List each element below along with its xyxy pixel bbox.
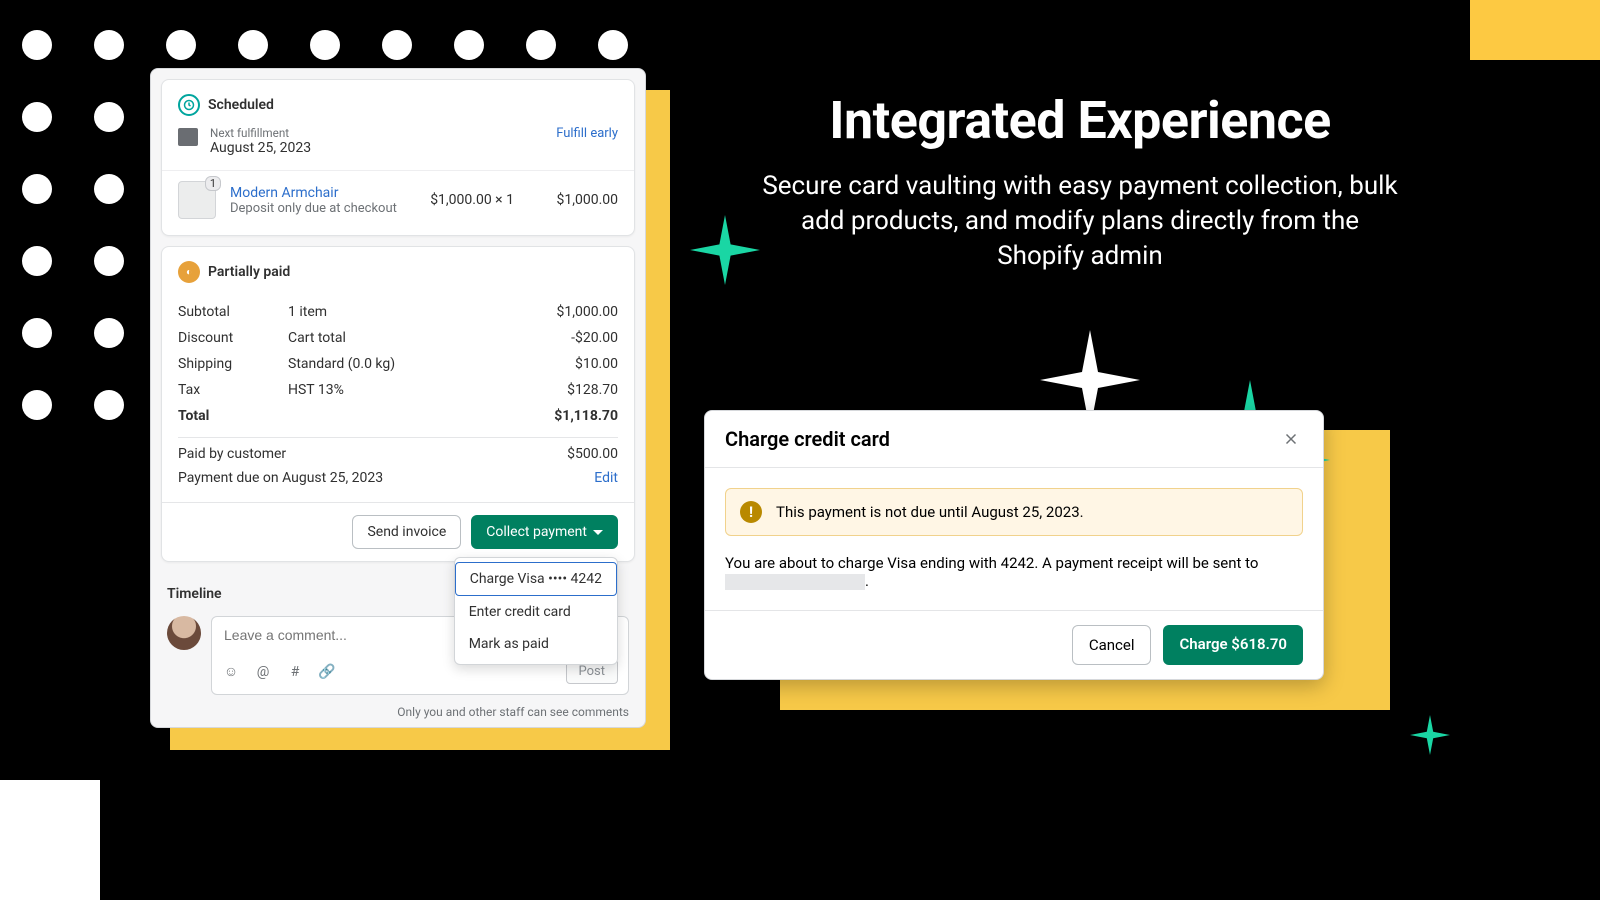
comments-visibility-note: Only you and other staff can see comment… xyxy=(151,701,645,727)
collect-payment-dropdown: Charge Visa •••• 4242 Enter credit card … xyxy=(454,557,618,665)
sparkle-icon xyxy=(690,215,760,285)
subtotal-amount: $1,000.00 xyxy=(518,304,618,320)
accent-rect-top-right xyxy=(1470,0,1600,60)
total-label: Total xyxy=(178,408,288,424)
mention-icon[interactable]: @ xyxy=(254,663,272,681)
product-thumbnail: 1 xyxy=(178,181,216,219)
product-name-link[interactable]: Modern Armchair xyxy=(230,185,338,201)
accent-rect-bottom-left xyxy=(0,780,100,900)
collect-payment-button[interactable]: Collect payment xyxy=(471,515,618,549)
payment-due-label: Payment due on August 25, 2023 xyxy=(178,470,383,486)
headline-block: Integrated Experience Secure card vaulti… xyxy=(760,90,1400,274)
discount-amount: -$20.00 xyxy=(518,330,618,346)
tax-desc: HST 13% xyxy=(288,382,518,398)
avatar xyxy=(167,616,201,650)
next-fulfillment-label: Next fulfillment xyxy=(210,126,311,140)
hashtag-icon[interactable]: # xyxy=(286,663,304,681)
warning-icon: ! xyxy=(740,501,762,523)
shipping-amount: $10.00 xyxy=(518,356,618,372)
admin-order-panel: Scheduled Next fulfillment August 25, 20… xyxy=(150,68,646,728)
discount-label: Discount xyxy=(178,330,288,346)
financial-table: Subtotal1 item$1,000.00 DiscountCart tot… xyxy=(162,293,634,502)
chevron-down-icon xyxy=(593,530,603,535)
qty-badge: 1 xyxy=(205,176,221,191)
dropdown-mark-as-paid[interactable]: Mark as paid xyxy=(455,628,617,660)
subheadline: Secure card vaulting with easy payment c… xyxy=(760,169,1400,274)
subtotal-desc: 1 item xyxy=(288,304,518,320)
tax-label: Tax xyxy=(178,382,288,398)
dialog-title: Charge credit card xyxy=(725,427,890,451)
edit-due-link[interactable]: Edit xyxy=(594,470,618,486)
send-invoice-button[interactable]: Send invoice xyxy=(352,515,461,549)
line-unit-price: $1,000.00 × 1 xyxy=(430,192,514,208)
emoji-icon[interactable]: ☺ xyxy=(222,663,240,681)
tax-amount: $128.70 xyxy=(518,382,618,398)
charge-card-dialog: Charge credit card ! This payment is not… xyxy=(704,410,1324,680)
discount-desc: Cart total xyxy=(288,330,518,346)
banner-text: This payment is not due until August 25,… xyxy=(776,503,1084,521)
shipping-desc: Standard (0.0 kg) xyxy=(288,356,518,372)
payment-actions: Send invoice Collect payment Charge Visa… xyxy=(162,502,634,561)
payment-section: ◐ Partially paid Subtotal1 item$1,000.00… xyxy=(161,246,635,562)
paid-amount: $500.00 xyxy=(567,446,618,462)
calendar-icon xyxy=(178,128,198,146)
dropdown-charge-visa[interactable]: Charge Visa •••• 4242 xyxy=(455,562,617,596)
attachment-icon[interactable]: 🔗 xyxy=(318,663,336,681)
paid-label: Paid by customer xyxy=(178,446,286,462)
redacted-email xyxy=(725,574,865,590)
charge-button[interactable]: Charge $618.70 xyxy=(1163,625,1303,665)
collect-payment-label: Collect payment xyxy=(486,524,587,540)
fulfill-early-link[interactable]: Fulfill early xyxy=(556,126,618,141)
dialog-body-text: You are about to charge Visa ending with… xyxy=(725,554,1303,590)
subtotal-label: Subtotal xyxy=(178,304,288,320)
payment-status-title: Partially paid xyxy=(208,264,290,280)
total-amount: $1,118.70 xyxy=(518,408,618,424)
sparkle-icon xyxy=(1410,715,1450,755)
line-total: $1,000.00 xyxy=(528,192,618,208)
clock-icon xyxy=(178,94,200,116)
warning-banner: ! This payment is not due until August 2… xyxy=(725,488,1303,536)
headline: Integrated Experience xyxy=(760,90,1400,151)
partially-paid-icon: ◐ xyxy=(178,261,200,283)
scheduled-section: Scheduled Next fulfillment August 25, 20… xyxy=(161,79,635,236)
dropdown-enter-credit-card[interactable]: Enter credit card xyxy=(455,596,617,628)
shipping-label: Shipping xyxy=(178,356,288,372)
scheduled-title: Scheduled xyxy=(208,97,274,113)
close-icon[interactable] xyxy=(1279,427,1303,451)
next-fulfillment-date: August 25, 2023 xyxy=(210,140,311,156)
product-note: Deposit only due at checkout xyxy=(230,201,397,216)
cancel-button[interactable]: Cancel xyxy=(1072,625,1152,665)
